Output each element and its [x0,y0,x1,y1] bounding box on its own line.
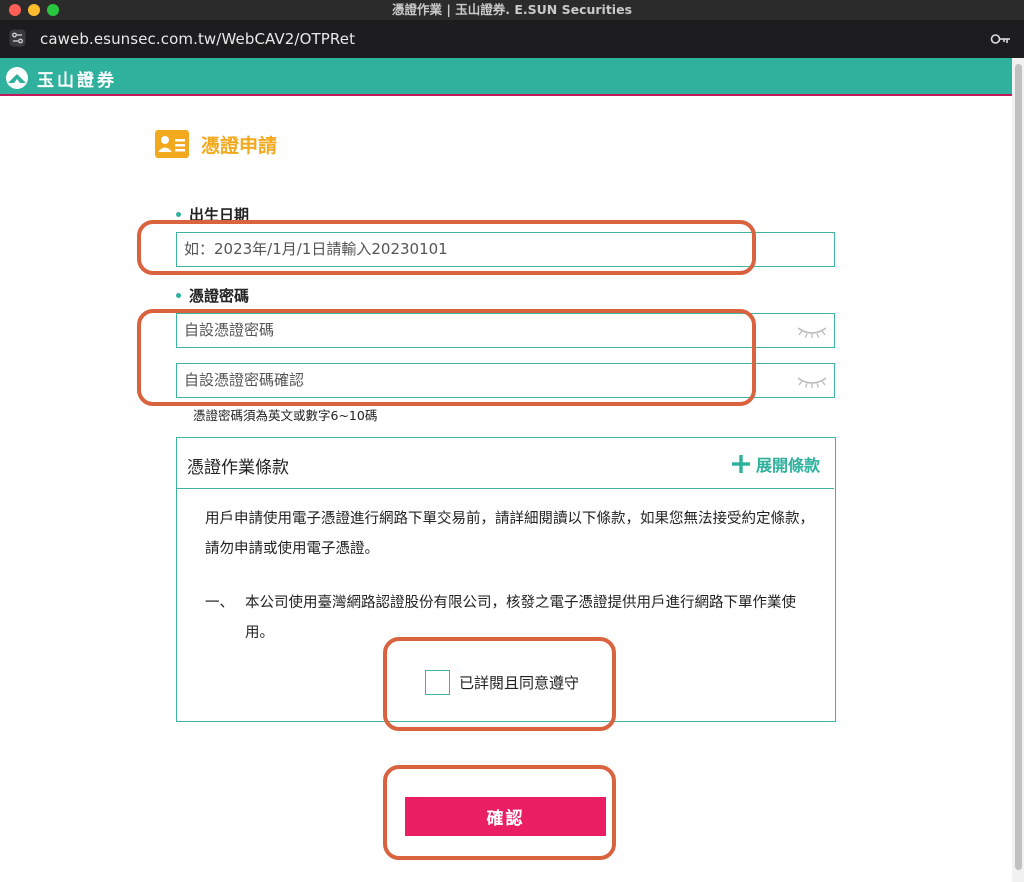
site-settings-icon[interactable] [9,29,26,47]
birthdate-input[interactable]: 如：2023年/1月/1日請輸入20230101 [176,232,835,267]
scrollbar-thumb[interactable] [1015,64,1022,870]
terms-body: 用戶申請使用電子憑證進行網路下單交易前，請詳細閱讀以下條款，如果您無法接受約定條… [205,504,817,648]
confirm-button[interactable]: 確認 [405,797,606,836]
password-input[interactable]: 自設憑證密碼 [176,313,835,348]
agree-label[interactable]: 已詳閱且同意遵守 [459,672,579,693]
password-hint: 憑證密碼須為英文或數字6~10碼 [193,408,378,423]
terms-clause: 一、 本公司使用臺灣網路認證股份有限公司，核發之電子憑證提供用戶進行網路下單作業… [205,588,817,648]
agree-checkbox[interactable] [425,670,450,695]
terms-intro: 用戶申請使用電子憑證進行網路下單交易前，請詳細閱讀以下條款，如果您無法接受約定條… [205,511,814,557]
window-title: 憑證作業 | 玉山證券. E.SUN Securities [391,2,633,17]
logo-icon[interactable] [5,66,29,90]
id-card-icon [155,130,189,158]
password-label: 憑證密碼 [189,287,250,305]
eye-closed-icon[interactable] [796,325,828,339]
agree-checkbox-row[interactable]: 已詳閱且同意遵守 [425,670,579,695]
terms-header: 憑證作業條款 展開條款 [177,438,834,489]
eye-closed-icon[interactable] [796,375,828,389]
terms-title: 憑證作業條款 [187,458,289,478]
page-title: 憑證申請 [201,135,278,157]
label-bullet [176,212,181,217]
expand-terms-label: 展開條款 [755,456,820,475]
page-scrollbar[interactable] [1012,58,1024,882]
site-header: 玉山證券 [0,58,1012,96]
password-confirm-placeholder: 自設憑證密碼確認 [184,371,305,389]
password-placeholder: 自設憑證密碼 [184,321,275,339]
plus-icon [731,455,750,473]
birthdate-placeholder: 如：2023年/1月/1日請輸入20230101 [184,240,448,258]
password-confirm-input[interactable]: 自設憑證密碼確認 [176,363,835,398]
window-titlebar: 憑證作業 | 玉山證券. E.SUN Securities [0,0,1024,20]
window-controls [9,4,59,16]
url-text[interactable]: caweb.esunsec.com.tw/WebCAV2/OTPRet [40,30,355,48]
logo-text[interactable]: 玉山證券 [37,66,117,91]
key-icon[interactable] [990,32,1012,46]
minimize-window-button[interactable] [28,4,40,16]
close-window-button[interactable] [9,4,21,16]
label-bullet [176,293,181,298]
address-bar[interactable]: caweb.esunsec.com.tw/WebCAV2/OTPRet [0,20,1024,58]
clause-text: 本公司使用臺灣網路認證股份有限公司，核發之電子憑證提供用戶進行網路下單作業使用。 [245,595,796,641]
terms-panel: 憑證作業條款 展開條款 用戶申請使用電子憑證進行網路下單交易前，請詳細閱讀以下條… [176,437,836,722]
birthdate-label: 出生日期 [189,206,250,224]
zoom-window-button[interactable] [47,4,59,16]
expand-terms-button[interactable]: 展開條款 [731,452,820,476]
clause-number: 一、 [205,595,234,611]
